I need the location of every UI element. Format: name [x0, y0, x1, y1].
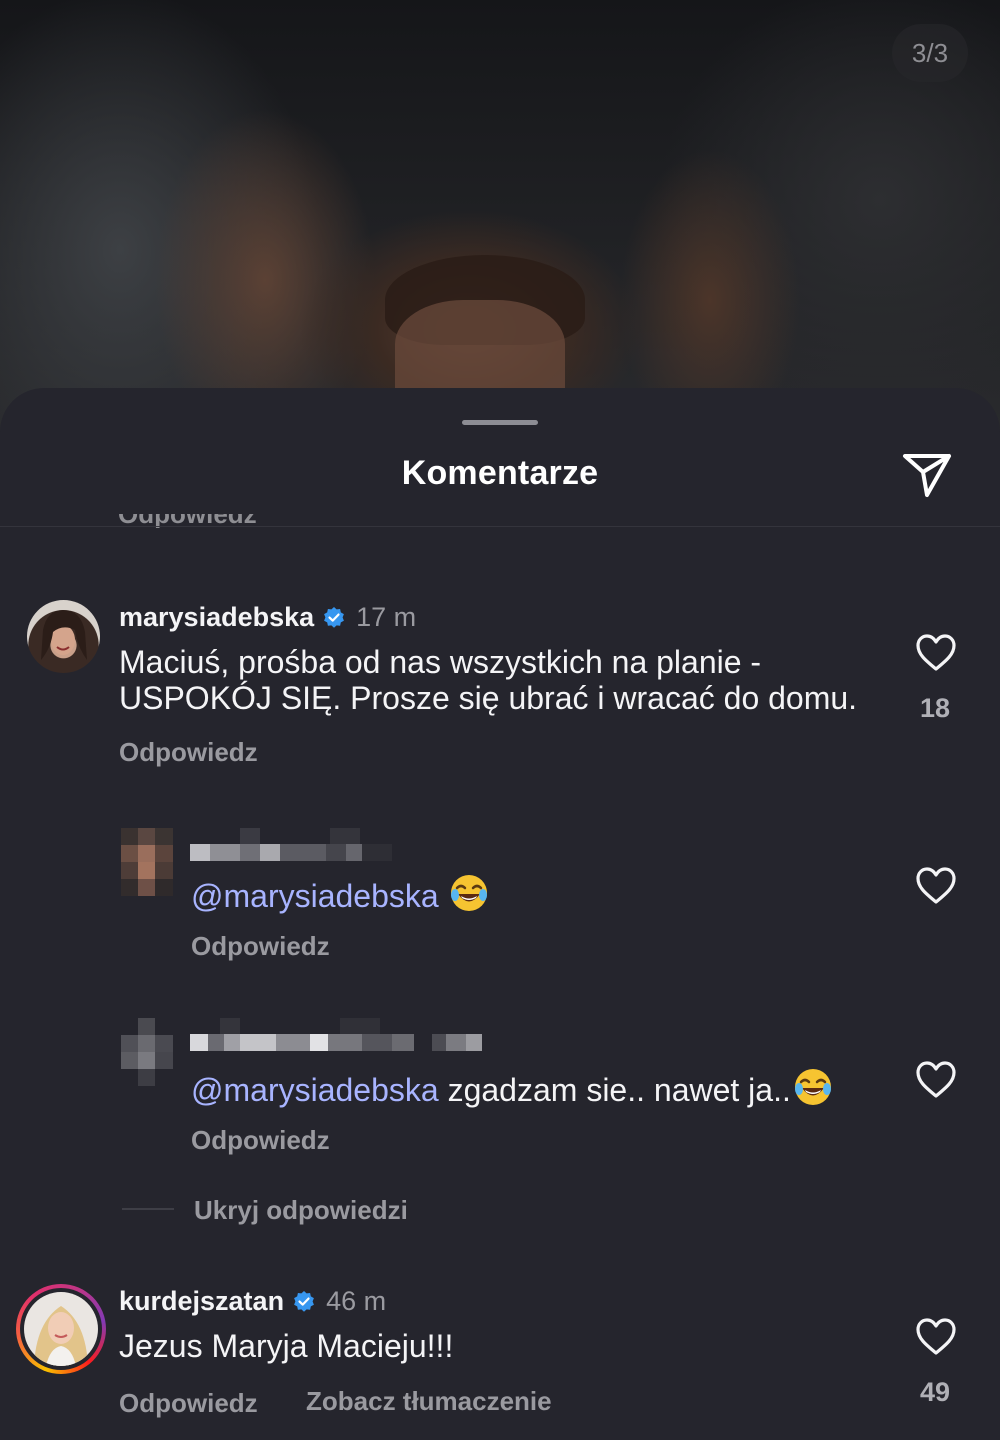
- sheet-title: Komentarze: [401, 454, 599, 492]
- avatar-image: [24, 1292, 98, 1366]
- heart-icon: [916, 1318, 956, 1355]
- comment-time: 46 m: [326, 1286, 387, 1316]
- comment-text-line-1: Maciuś, prośba od nas wszystkich na plan…: [119, 644, 762, 680]
- mention-link[interactable]: @marysiadebska: [191, 878, 439, 914]
- like-button[interactable]: [915, 1060, 957, 1100]
- pixelated-username[interactable]: [190, 1018, 490, 1054]
- heart-icon: [916, 634, 956, 671]
- verified-badge-icon: [292, 1290, 316, 1314]
- comment-header: marysiadebska 17 m: [119, 602, 416, 633]
- reply-button[interactable]: Odpowiedz: [191, 931, 330, 962]
- pixelated-avatar[interactable]: [121, 1018, 173, 1086]
- like-button[interactable]: [915, 1317, 957, 1357]
- comment-text-line-2: USPOKÓJ SIĘ. Prosze się ubrać i wracać d…: [119, 680, 858, 716]
- like-count: 18: [919, 693, 951, 723]
- share-button[interactable]: [898, 448, 956, 502]
- username[interactable]: kurdejszatan: [119, 1286, 284, 1317]
- story-ring-avatar[interactable]: [16, 1284, 106, 1374]
- like-button[interactable]: [915, 866, 957, 906]
- laughing-emoji-icon: [450, 875, 487, 911]
- verified-badge-icon: [322, 606, 346, 630]
- reply-button[interactable]: Odpowiedz: [191, 1125, 330, 1156]
- comment-header: kurdejszatan 46 m: [119, 1286, 386, 1317]
- like-button[interactable]: [915, 633, 957, 673]
- send-icon: [903, 454, 951, 497]
- like-count: 49: [919, 1377, 951, 1407]
- pixelated-username[interactable]: [190, 828, 400, 864]
- mention-link[interactable]: @marysiadebska: [191, 1072, 439, 1108]
- comment-text: Jezus Maryja Macieju!!!: [119, 1328, 454, 1364]
- drag-handle[interactable]: [462, 420, 538, 425]
- comment-time: 17 m: [356, 602, 417, 632]
- avatar-image: [41, 610, 87, 660]
- comments-sheet: Komentarze Odpowiedz: [0, 388, 1000, 1440]
- see-translation-button[interactable]: Zobacz tłumaczenie: [306, 1386, 552, 1417]
- reply-text-body: zgadzam sie.. nawet ja..: [438, 1072, 791, 1108]
- reply-text: @marysiadebska zgadzam sie.. nawet ja..: [191, 1067, 833, 1109]
- heart-icon: [916, 1061, 956, 1098]
- pixelated-avatar[interactable]: [121, 828, 173, 896]
- slide-counter: 3/3: [892, 24, 968, 82]
- reply-text: @marysiadebska: [191, 873, 489, 915]
- hide-replies-button[interactable]: Ukryj odpowiedzi: [194, 1195, 408, 1226]
- reply-button[interactable]: Odpowiedz: [119, 737, 258, 768]
- username[interactable]: marysiadebska: [119, 602, 314, 633]
- reply-button[interactable]: Odpowiedz: [119, 1388, 258, 1419]
- sheet-divider: [0, 526, 1000, 527]
- laughing-emoji-icon: [794, 1069, 831, 1105]
- thread-line: [122, 1208, 174, 1210]
- avatar[interactable]: [27, 600, 100, 673]
- heart-icon: [916, 867, 956, 904]
